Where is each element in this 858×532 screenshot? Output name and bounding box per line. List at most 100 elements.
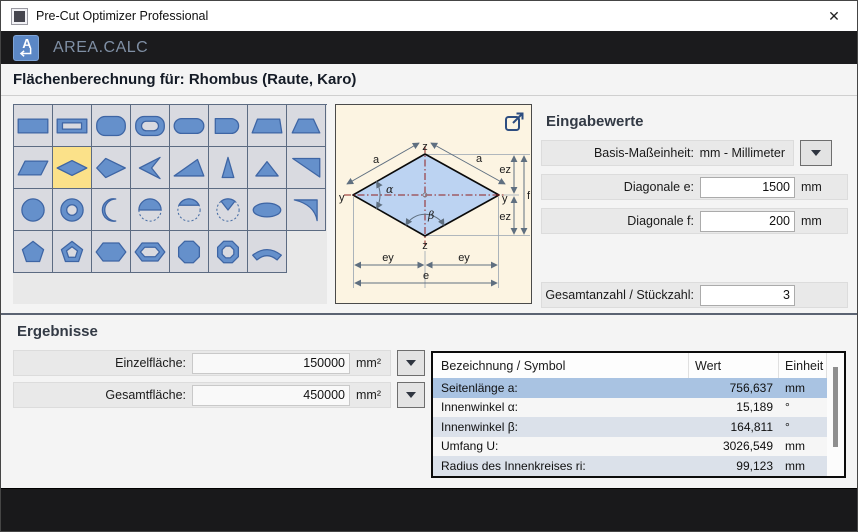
diagonal-f-unit: mm bbox=[801, 214, 822, 228]
label-ey-right: ey bbox=[458, 252, 470, 264]
shape-pentagon-icon[interactable] bbox=[14, 231, 53, 273]
shape-equilateral-triangle-icon[interactable] bbox=[248, 147, 287, 189]
table-header: Bezeichnung / Symbol Wert Einheit bbox=[433, 353, 844, 378]
row-unit: ° bbox=[785, 419, 790, 434]
shape-circular-sector-icon[interactable] bbox=[209, 189, 248, 231]
label-beta: β bbox=[427, 209, 434, 222]
shape-arrowhead-icon[interactable] bbox=[131, 147, 170, 189]
table-row[interactable]: Radius des Innenkreises ri: 99,123 mm bbox=[433, 456, 844, 476]
single-area-dropdown-button[interactable] bbox=[397, 350, 425, 376]
total-area-row: Gesamtfläche: 450000 mm² bbox=[13, 382, 391, 408]
shape-curved-band-icon[interactable] bbox=[248, 231, 287, 273]
open-external-icon[interactable] bbox=[505, 112, 524, 131]
single-area-label: Einzelfläche: bbox=[115, 356, 186, 370]
diagonal-e-label: Diagonale e: bbox=[623, 180, 694, 194]
label-y-left: y bbox=[339, 192, 345, 204]
shape-rectangle-icon[interactable] bbox=[14, 105, 53, 147]
shape-hexagon-icon[interactable] bbox=[92, 231, 131, 273]
shape-stadium-icon[interactable] bbox=[170, 105, 209, 147]
row-name: Radius des Innenkreises ri: bbox=[441, 458, 586, 473]
shape-right-trapezoid-icon[interactable] bbox=[248, 105, 287, 147]
unit-dropdown-button[interactable] bbox=[800, 140, 832, 166]
table-row[interactable]: Innenwinkel β: 164,811 ° bbox=[433, 417, 844, 437]
shape-isosceles-triangle-icon[interactable] bbox=[209, 147, 248, 189]
row-name: Innenwinkel β: bbox=[441, 419, 518, 434]
shape-octagon-frame-icon[interactable] bbox=[209, 231, 248, 273]
shape-diagram-panel: a a y y z z α β ez ez f ey ey e bbox=[335, 104, 532, 304]
diagonal-f-row: Diagonale f: 200 mm bbox=[541, 208, 848, 234]
shape-parallelogram-icon[interactable] bbox=[14, 147, 53, 189]
window-title: Pre-Cut Optimizer Professional bbox=[36, 9, 209, 23]
shape-pentagon-frame-icon[interactable] bbox=[53, 231, 92, 273]
shape-kite-icon[interactable] bbox=[92, 147, 131, 189]
app-icon bbox=[11, 7, 28, 25]
diagonal-f-input[interactable]: 200 bbox=[700, 210, 795, 232]
row-value: 164,811 bbox=[730, 419, 774, 434]
app-window: Pre-Cut Optimizer Professional ✕ A AREA.… bbox=[0, 0, 858, 532]
label-side-a-left: a bbox=[373, 154, 380, 166]
brand-header: A AREA.CALC bbox=[1, 31, 857, 64]
row-value: 15,189 bbox=[736, 400, 773, 415]
table-row[interactable]: Seitenlänge a: 756,637 mm bbox=[433, 378, 844, 398]
shape-half-stadium-icon[interactable] bbox=[209, 105, 248, 147]
shape-circular-segment-icon[interactable] bbox=[170, 189, 209, 231]
unit-select-value[interactable]: mm - Millimeter bbox=[694, 146, 793, 160]
app-name: AREA.CALC bbox=[53, 38, 149, 56]
count-label: Gesamtanzahl / Stückzahl: bbox=[545, 288, 694, 302]
shape-trapezoid-icon[interactable] bbox=[287, 105, 326, 147]
total-area-label: Gesamtfläche: bbox=[105, 388, 186, 402]
single-area-row: Einzelfläche: 150000 mm² bbox=[13, 350, 391, 376]
footer-bar: +0,0 0,00 0,00 −0,0 3 Berechnung Kopiere… bbox=[1, 488, 857, 531]
label-alpha: α bbox=[386, 183, 394, 196]
total-area-value[interactable]: 450000 bbox=[192, 384, 350, 406]
results-heading: Ergebnisse bbox=[17, 323, 98, 340]
row-name: Umfang U: bbox=[441, 439, 499, 454]
total-area-dropdown-button[interactable] bbox=[397, 382, 425, 408]
col-header-name: Bezeichnung / Symbol bbox=[433, 353, 689, 378]
label-y-right: y bbox=[502, 193, 508, 205]
label-ez-bottom: ez bbox=[499, 211, 511, 223]
shape-spandrel-icon[interactable] bbox=[287, 189, 326, 231]
table-row[interactable]: Umfang U: 3026,549 mm bbox=[433, 436, 844, 456]
shape-octagon-icon[interactable] bbox=[170, 231, 209, 273]
table-row[interactable]: Innenwinkel α: 15,189 ° bbox=[433, 397, 844, 417]
label-z-top: z bbox=[422, 141, 428, 153]
table-scrollbar-thumb[interactable] bbox=[833, 367, 838, 447]
unit-label: Basis-Maßeinheit: bbox=[593, 146, 694, 160]
close-icon[interactable]: ✕ bbox=[821, 8, 847, 25]
chevron-down-icon bbox=[406, 360, 416, 366]
table-scrollbar[interactable] bbox=[827, 353, 844, 476]
shape-rhombus-icon[interactable] bbox=[53, 147, 92, 189]
inputs-heading: Eingabewerte bbox=[546, 113, 644, 130]
diagonal-e-input[interactable]: 1500 bbox=[700, 176, 795, 198]
shape-hexagon-frame-icon[interactable] bbox=[131, 231, 170, 273]
results-table: Bezeichnung / Symbol Wert Einheit Seiten… bbox=[431, 351, 846, 478]
shape-right-triangle-top-icon[interactable] bbox=[287, 147, 326, 189]
row-name: Innenwinkel α: bbox=[441, 400, 518, 415]
shape-rounded-rectangle-frame-icon[interactable] bbox=[131, 105, 170, 147]
row-unit: mm bbox=[785, 439, 805, 454]
chevron-down-icon bbox=[811, 150, 821, 156]
label-ez-top: ez bbox=[499, 164, 511, 176]
label-f: f bbox=[527, 190, 531, 202]
row-unit: ° bbox=[785, 400, 790, 415]
shape-circle-icon[interactable] bbox=[14, 189, 53, 231]
shape-right-triangle-icon[interactable] bbox=[170, 147, 209, 189]
col-header-value: Wert bbox=[689, 353, 779, 378]
single-area-unit: mm² bbox=[356, 356, 381, 370]
row-value: 99,123 bbox=[736, 458, 773, 473]
single-area-value[interactable]: 150000 bbox=[192, 352, 350, 374]
row-unit: mm bbox=[785, 458, 805, 473]
row-name: Seitenlänge a: bbox=[441, 380, 518, 395]
shape-semicircle-icon[interactable] bbox=[131, 189, 170, 231]
shape-palette bbox=[13, 104, 327, 304]
shape-rounded-rectangle-icon[interactable] bbox=[92, 105, 131, 147]
shape-rectangle-frame-icon[interactable] bbox=[53, 105, 92, 147]
count-input[interactable]: 3 bbox=[700, 284, 795, 306]
shape-annulus-icon[interactable] bbox=[53, 189, 92, 231]
col-header-unit: Einheit bbox=[779, 353, 827, 378]
shape-crescent-icon[interactable] bbox=[92, 189, 131, 231]
shape-ellipse-icon[interactable] bbox=[248, 189, 287, 231]
row-value: 3026,549 bbox=[722, 439, 773, 454]
total-area-unit: mm² bbox=[356, 388, 381, 402]
